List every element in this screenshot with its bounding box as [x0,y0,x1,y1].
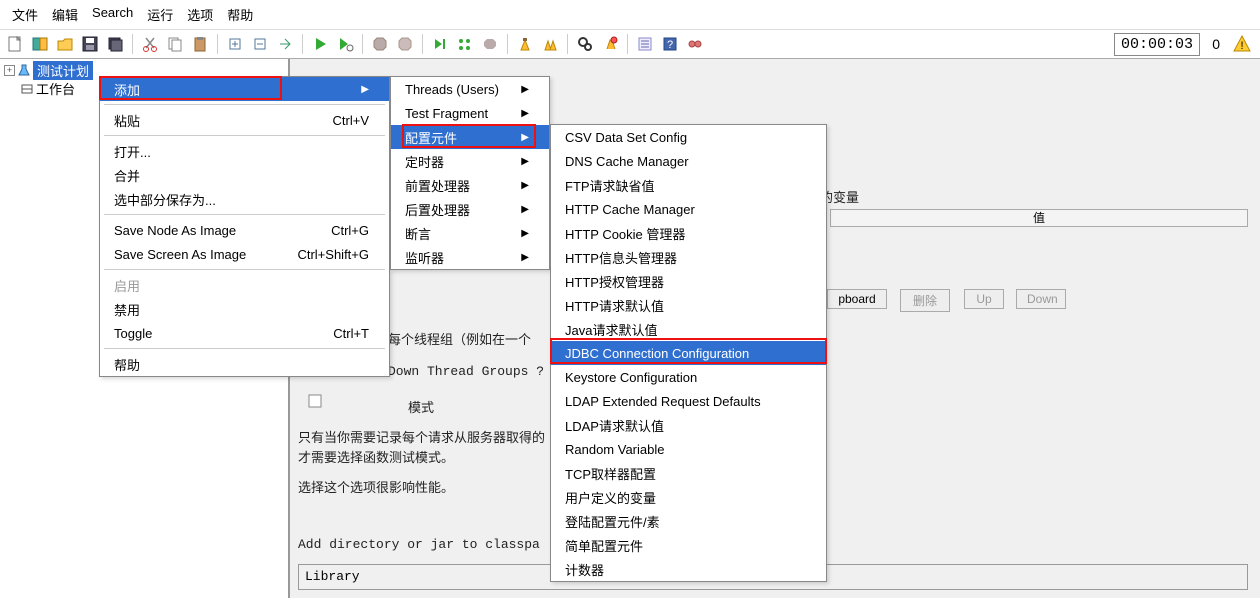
menu-edit[interactable]: 编辑 [46,3,84,26]
bg-text-teardown: Down Thread Groups ? [388,364,544,379]
ctx3-item[interactable]: HTTP请求默认值 [551,293,826,317]
table-header-value: 值 [830,209,1248,227]
tools-icon[interactable] [684,33,706,55]
ctx1-item[interactable]: 帮助 [100,352,389,376]
ctx3-item[interactable]: DNS Cache Manager [551,149,826,173]
saveall-icon[interactable] [104,33,126,55]
ctx3-item[interactable]: LDAP Extended Request Defaults [551,389,826,413]
stop-icon[interactable] [369,33,391,55]
menu-file[interactable]: 文件 [6,3,44,26]
ctx1-item[interactable]: 选中部分保存为... [100,187,389,211]
delete-button[interactable]: 删除 [900,289,950,312]
ctx1-item[interactable]: Save Node As ImageCtrl+G [100,218,389,242]
ctx1-item[interactable]: Save Screen As ImageCtrl+Shift+G [100,242,389,266]
ctx3-item[interactable]: LDAP请求默认值 [551,413,826,437]
help-icon[interactable]: ? [659,33,681,55]
menu-run[interactable]: 运行 [141,3,179,26]
paste-icon[interactable] [189,33,211,55]
svg-text:!: ! [1240,40,1243,52]
new-icon[interactable] [4,33,26,55]
ctx3-item[interactable]: 计数器 [551,557,826,581]
ctx2-item[interactable]: Threads (Users)▶ [391,77,549,101]
bg-text-desc1: 只有当你需要记录每个请求从服务器取得的 [298,427,545,446]
ctx3-item[interactable]: 简单配置元件 [551,533,826,557]
down-button[interactable]: Down [1016,289,1066,309]
bg-text-desc3: 选择这个选项很影响性能。 [298,477,454,496]
ctx2-item[interactable]: 断言▶ [391,221,549,245]
ctx3-item[interactable]: FTP请求缺省值 [551,173,826,197]
menu-help[interactable]: 帮助 [221,3,259,26]
ctx2-item[interactable]: 定时器▶ [391,149,549,173]
ctx2-item[interactable]: 配置元件▶ [391,125,549,149]
ctx3-item[interactable]: HTTP信息头管理器 [551,245,826,269]
menubar: 文件 编辑 Search 运行 选项 帮助 [0,0,1260,30]
toolbar: ? 00:00:03 0 ! [0,30,1260,59]
open-icon[interactable] [54,33,76,55]
clear-icon[interactable] [514,33,536,55]
search-icon[interactable] [574,33,596,55]
ctx1-item[interactable]: 打开... [100,139,389,163]
ctx3-item[interactable]: CSV Data Set Config [551,125,826,149]
ctx1-item[interactable]: 合并 [100,163,389,187]
error-count: 0 [1212,36,1220,52]
bg-text-mode: 模式 [408,397,434,416]
expand-toggle-icon[interactable]: + [4,65,15,76]
context-menu-main: 添加▶ 粘贴Ctrl+V 打开...合并选中部分保存为... Save Node As… [99,76,390,377]
up-button[interactable]: Up [964,289,1004,309]
ctx1-item[interactable]: ToggleCtrl+T [100,321,389,345]
ctx2-item[interactable]: 前置处理器▶ [391,173,549,197]
tree-node-testplan[interactable]: 测试计划 [33,61,93,80]
ctx3-item[interactable]: Random Variable [551,437,826,461]
bg-text-desc2: 才需要选择函数测试模式。 [298,447,454,466]
shutdown-icon[interactable] [394,33,416,55]
copy-icon[interactable] [164,33,186,55]
ctx1-item[interactable]: 禁用 [100,297,389,321]
elapsed-timer: 00:00:03 [1114,33,1200,56]
flask-icon [17,63,31,77]
collapse-icon[interactable] [249,33,271,55]
ctx1-item[interactable]: 启用 [100,273,389,297]
ctx3-item[interactable]: 登陆配置元件/素 [551,509,826,533]
context-menu-add: Threads (Users)▶Test Fragment▶配置元件▶定时器▶前… [390,76,550,270]
remote-start-all-icon[interactable] [454,33,476,55]
ctx3-item[interactable]: Keystore Configuration [551,365,826,389]
tree-node-workbench: 工作台 [36,79,75,98]
bg-text-addjar: Add directory or jar to classpa [298,537,540,552]
ctx2-item[interactable]: 监听器▶ [391,245,549,269]
ctx3-item[interactable]: HTTP授权管理器 [551,269,826,293]
ctx3-item[interactable]: TCP取样器配置 [551,461,826,485]
svg-text:?: ? [667,39,673,51]
run-icon[interactable] [309,33,331,55]
template-icon[interactable] [29,33,51,55]
expand-icon[interactable] [224,33,246,55]
remote-start-icon[interactable] [429,33,451,55]
save-icon[interactable] [79,33,101,55]
ctx3-item[interactable]: JDBC Connection Configuration [551,341,826,365]
ctx2-item[interactable]: 后置处理器▶ [391,197,549,221]
ctx3-item[interactable]: HTTP Cache Manager [551,197,826,221]
function-helper-icon[interactable] [634,33,656,55]
ctx3-item[interactable]: HTTP Cookie 管理器 [551,221,826,245]
toggle-icon[interactable] [274,33,296,55]
run-notimer-icon[interactable] [334,33,356,55]
warning-icon[interactable]: ! [1232,34,1252,54]
ctx2-item[interactable]: Test Fragment▶ [391,101,549,125]
clear-all-icon[interactable] [539,33,561,55]
ctx1-item[interactable]: 添加▶ [100,77,389,101]
menu-search[interactable]: Search [86,3,139,26]
cut-icon[interactable] [139,33,161,55]
ctx3-item[interactable]: Java请求默认值 [551,317,826,341]
menu-options[interactable]: 选项 [181,3,219,26]
ctx3-item[interactable]: 用户定义的变量 [551,485,826,509]
bg-text-threadgroup: 每个线程组（例如在一个 [388,329,531,348]
reset-search-icon[interactable] [599,33,621,55]
remote-stop-icon[interactable] [479,33,501,55]
workbench-icon [20,81,34,95]
ctx1-item[interactable]: 粘贴Ctrl+V [100,108,389,132]
context-menu-config: CSV Data Set ConfigDNS Cache ManagerFTP请… [550,124,827,582]
checkbox-icon[interactable] [308,394,322,408]
clipboard-button[interactable]: pboard [827,289,887,309]
